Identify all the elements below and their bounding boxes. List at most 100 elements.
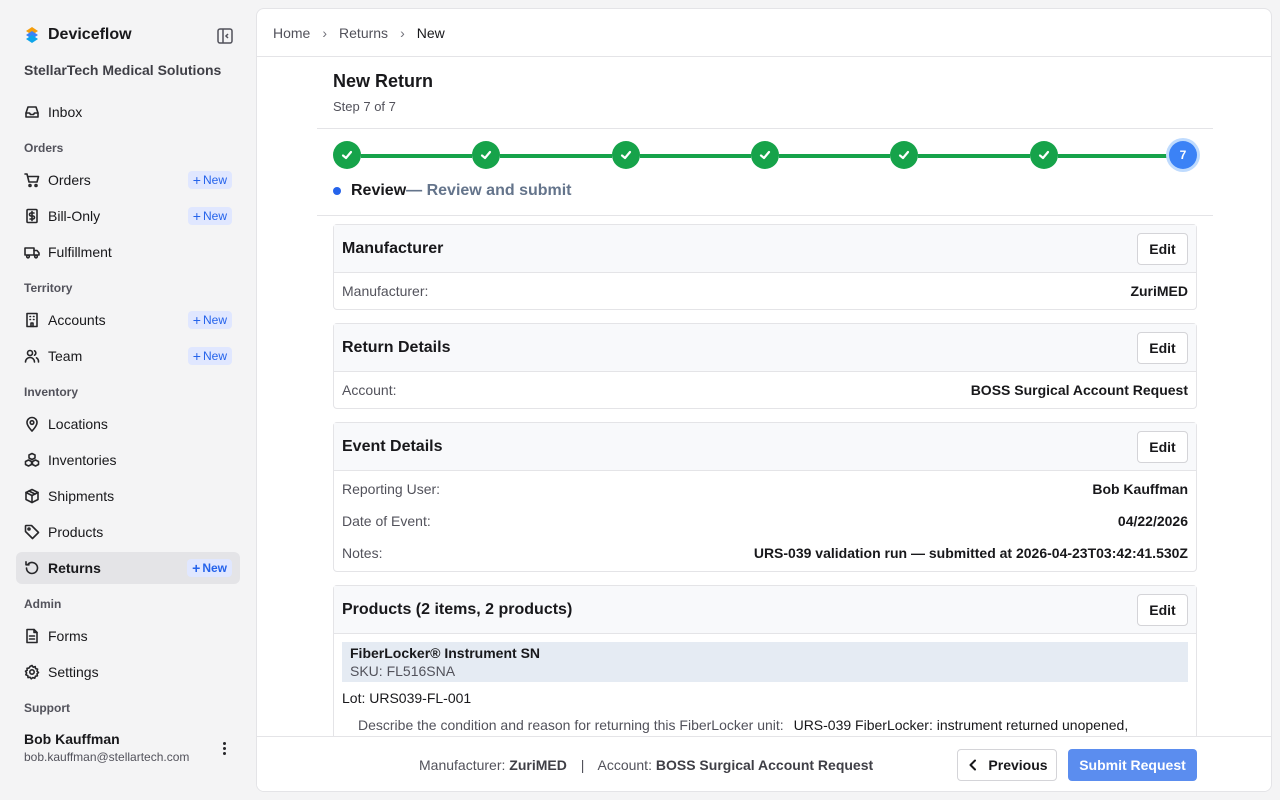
field-label: Notes:: [342, 545, 383, 561]
breadcrumb-returns[interactable]: Returns: [339, 25, 388, 41]
footer-summary: Manufacturer: ZuriMED | Account: BOSS Su…: [419, 757, 873, 773]
current-step-description: — Review and submit: [406, 182, 572, 199]
card-title: Event Details: [342, 437, 443, 455]
date-of-event-row: Date of Event: 04/22/2026: [334, 505, 1196, 537]
sidebar-item-label: Bill-Only: [48, 208, 101, 224]
check-icon: [759, 150, 771, 160]
sidebar-item-label: Accounts: [48, 312, 106, 328]
sidebar-item-label: Shipments: [48, 488, 115, 504]
card-title: Manufacturer: [342, 239, 444, 257]
reporting-user-row: Reporting User: Bob Kauffman: [334, 473, 1196, 505]
divider: [317, 128, 1213, 129]
new-label: New: [202, 349, 227, 363]
sidebar-item-locations[interactable]: Locations: [16, 408, 240, 440]
sidebar-item-label: Locations: [48, 416, 108, 432]
sidebar-item-bill-only[interactable]: Bill-Only + New: [16, 200, 240, 232]
collapse-sidebar-icon[interactable]: [216, 27, 234, 45]
deviceflow-logo-icon: [26, 27, 38, 43]
edit-manufacturer-button[interactable]: Edit: [1137, 232, 1188, 265]
brand[interactable]: Deviceflow: [24, 26, 132, 44]
product-name: FiberLocker® Instrument SN: [350, 645, 541, 661]
package-icon: [24, 488, 40, 504]
edit-return-details-button[interactable]: Edit: [1137, 331, 1188, 364]
current-step-dot: [333, 187, 341, 195]
step-6-complete[interactable]: [1030, 141, 1058, 169]
section-label-admin: Admin: [24, 597, 62, 611]
field-value: URS-039 FiberLocker: instrument returned…: [793, 717, 1129, 733]
users-icon: [24, 348, 40, 364]
check-icon: [898, 150, 910, 160]
step-connector: [640, 154, 751, 158]
chevron-left-icon: [969, 759, 977, 771]
edit-products-button[interactable]: Edit: [1137, 593, 1188, 626]
sidebar-item-inventories[interactable]: Inventories: [16, 444, 240, 476]
cart-icon: [24, 172, 40, 188]
card-header: Manufacturer Edit: [334, 225, 1196, 273]
form-footer: Manufacturer: ZuriMED | Account: BOSS Su…: [257, 736, 1271, 791]
tag-icon: [24, 524, 40, 540]
breadcrumb-home[interactable]: Home: [273, 25, 310, 41]
previous-label: Previous: [988, 757, 1048, 773]
field-label: Manufacturer:: [342, 283, 429, 299]
section-label-orders: Orders: [24, 141, 64, 155]
step-3-complete[interactable]: [612, 141, 640, 169]
check-icon: [620, 150, 632, 160]
current-step-name: Review: [351, 182, 407, 199]
sidebar-item-orders[interactable]: Orders + New: [16, 164, 240, 196]
field-value: Bob Kauffman: [1092, 481, 1188, 497]
return-form-content: New Return Step 7 of 7 7 Review — Review…: [257, 57, 1271, 737]
new-label: New: [202, 561, 227, 575]
notes-row: Notes: URS-039 validation run — submitte…: [334, 537, 1196, 569]
sidebar-item-team[interactable]: Team + New: [16, 340, 240, 372]
sidebar-item-inbox[interactable]: Inbox: [16, 96, 240, 128]
new-return-button[interactable]: + New: [187, 559, 232, 577]
sidebar-item-shipments[interactable]: Shipments: [16, 480, 240, 512]
step-2-complete[interactable]: [472, 141, 500, 169]
footer-manufacturer-label: Manufacturer:: [419, 757, 506, 773]
sidebar-item-settings[interactable]: Settings: [16, 656, 240, 688]
product-header: FiberLocker® Instrument SN SKU: FL516SNA: [342, 642, 1188, 682]
sidebar-item-fulfillment[interactable]: Fulfillment: [16, 236, 240, 268]
breadcrumb-current: New: [416, 25, 445, 41]
sidebar-item-forms[interactable]: Forms: [16, 620, 240, 652]
lot-row: Lot: URS039-FL-001: [334, 682, 1196, 706]
gear-icon: [24, 664, 40, 680]
plus-icon: +: [192, 208, 201, 224]
card-title: Products (2 items, 2 products): [342, 600, 573, 618]
check-icon: [480, 150, 492, 160]
step-connector: [361, 154, 472, 158]
plus-icon: +: [192, 560, 201, 576]
field-value: URS039-FL-001: [369, 690, 472, 706]
new-order-button[interactable]: + New: [187, 171, 232, 189]
new-account-button[interactable]: + New: [187, 311, 232, 329]
sidebar-item-label: Fulfillment: [48, 244, 112, 260]
step-4-complete[interactable]: [751, 141, 779, 169]
sidebar-item-returns[interactable]: Returns + New: [16, 552, 240, 584]
sidebar-item-products[interactable]: Products: [16, 516, 240, 548]
step-5-complete[interactable]: [890, 141, 918, 169]
sidebar-item-label: Returns: [48, 560, 101, 576]
new-bill-only-button[interactable]: + New: [187, 207, 232, 225]
file-text-icon: [24, 628, 40, 644]
sidebar-item-label: Inventories: [48, 452, 117, 468]
section-label-inventory: Inventory: [24, 385, 79, 399]
app-name: Deviceflow: [48, 26, 132, 43]
step-1-complete[interactable]: [333, 141, 361, 169]
main-panel: Home › Returns › New New Return Step 7 o…: [256, 8, 1272, 792]
sidebar-item-label: Orders: [48, 172, 91, 188]
manufacturer-row: Manufacturer: ZuriMED: [334, 273, 1196, 309]
edit-event-details-button[interactable]: Edit: [1137, 430, 1188, 463]
previous-button[interactable]: Previous: [957, 749, 1057, 781]
submit-request-button[interactable]: Submit Request: [1068, 749, 1197, 781]
product-sku: SKU: FL516SNA: [350, 663, 456, 679]
footer-account-label: Account:: [597, 757, 652, 773]
new-label: New: [202, 313, 227, 327]
new-team-button[interactable]: + New: [187, 347, 232, 365]
sidebar-item-accounts[interactable]: Accounts + New: [16, 304, 240, 336]
plus-icon: +: [192, 172, 201, 188]
boxes-icon: [24, 452, 40, 468]
user-menu-more-vertical-icon[interactable]: [214, 740, 234, 756]
products-card: Products (2 items, 2 products) Edit Fibe…: [333, 585, 1197, 737]
chevron-right-icon: ›: [400, 25, 405, 41]
footer-manufacturer-value: ZuriMED: [509, 757, 567, 773]
